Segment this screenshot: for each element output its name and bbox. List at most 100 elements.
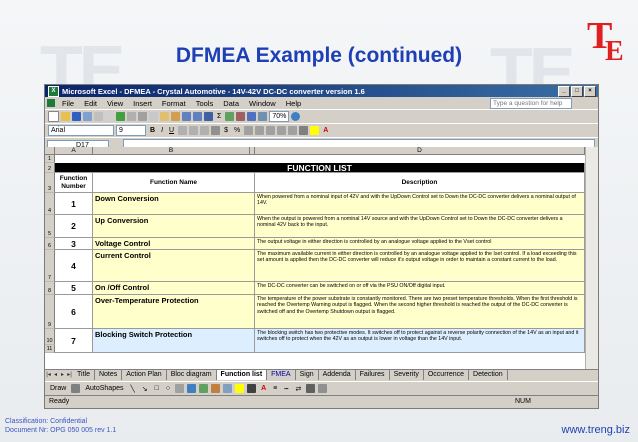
- font-color-draw-icon[interactable]: A: [259, 385, 268, 392]
- function-name-cell[interactable]: On /Off Control: [93, 282, 255, 295]
- dash-style-icon[interactable]: ┅: [282, 385, 290, 393]
- line-style-icon[interactable]: ≡: [271, 385, 279, 392]
- function-number-cell[interactable]: 1: [55, 193, 93, 215]
- line-icon[interactable]: ╲: [129, 385, 137, 393]
- function-description-cell[interactable]: The DC-DC converter can be switched on o…: [255, 282, 585, 295]
- menu-help[interactable]: Help: [281, 99, 306, 108]
- line-color-icon[interactable]: [247, 384, 257, 393]
- row-header[interactable]: 9: [45, 295, 55, 329]
- cut-icon[interactable]: [138, 112, 147, 121]
- row-header[interactable]: 2: [45, 163, 55, 173]
- row-header[interactable]: 6: [45, 238, 55, 250]
- minimize-button[interactable]: _: [558, 86, 570, 97]
- sort-desc-icon[interactable]: [236, 112, 246, 121]
- first-sheet-icon[interactable]: |◂: [45, 370, 52, 380]
- function-number-cell[interactable]: 4: [55, 250, 93, 282]
- select-all-corner[interactable]: [45, 147, 55, 155]
- open-icon[interactable]: [61, 112, 70, 121]
- font-size-select[interactable]: 9: [116, 125, 146, 136]
- rectangle-icon[interactable]: □: [153, 385, 161, 392]
- sheet-tab-sign[interactable]: Sign: [295, 370, 319, 380]
- workbook-icon[interactable]: [47, 99, 55, 107]
- sort-asc-icon[interactable]: [225, 112, 235, 121]
- function-description-cell[interactable]: The temperature of the power substrate i…: [255, 295, 585, 329]
- sheet-tab-severity[interactable]: Severity: [389, 370, 424, 380]
- print-preview-icon[interactable]: [105, 112, 114, 121]
- hyperlink-icon[interactable]: [204, 112, 213, 121]
- sheet-tab-action-plan[interactable]: Action Plan: [122, 370, 167, 380]
- menu-window[interactable]: Window: [244, 99, 281, 108]
- row-header[interactable]: 5: [45, 215, 55, 238]
- function-name-cell[interactable]: Down Conversion: [93, 193, 255, 215]
- prev-sheet-icon[interactable]: ◂: [52, 370, 59, 380]
- autosum-icon[interactable]: Σ: [215, 113, 223, 120]
- arrow-icon[interactable]: ↘: [140, 385, 150, 393]
- sheet-tab-notes[interactable]: Notes: [94, 370, 123, 380]
- wordart-icon[interactable]: [187, 384, 197, 393]
- function-number-cell[interactable]: 3: [55, 238, 93, 250]
- 3d-icon[interactable]: [318, 384, 328, 393]
- undo-icon[interactable]: [182, 112, 191, 121]
- picture-icon[interactable]: [223, 384, 233, 393]
- column-header-d[interactable]: D: [255, 147, 585, 155]
- help-question-input[interactable]: Type a question for help: [490, 98, 572, 109]
- chart-wizard-icon[interactable]: [247, 112, 257, 121]
- menu-tools[interactable]: Tools: [191, 99, 219, 108]
- copy-icon[interactable]: [149, 112, 158, 121]
- italic-icon[interactable]: I: [159, 127, 165, 134]
- row-header[interactable]: 7: [45, 250, 55, 282]
- align-left-icon[interactable]: [178, 126, 188, 135]
- menu-file[interactable]: File: [57, 99, 79, 108]
- autoshapes-menu[interactable]: AutoShapes: [83, 385, 125, 392]
- draw-menu[interactable]: Draw: [48, 385, 68, 392]
- menu-insert[interactable]: Insert: [128, 99, 157, 108]
- new-icon[interactable]: [48, 111, 59, 122]
- close-button[interactable]: ×: [584, 86, 596, 97]
- function-name-cell[interactable]: Current Control: [93, 250, 255, 282]
- menu-view[interactable]: View: [102, 99, 128, 108]
- function-name-cell[interactable]: Voltage Control: [93, 238, 255, 250]
- function-description-cell[interactable]: The blocking switch has two protective m…: [255, 329, 585, 353]
- comma-style-icon[interactable]: [244, 126, 254, 135]
- font-color-icon[interactable]: A: [321, 127, 330, 134]
- menu-data[interactable]: Data: [218, 99, 244, 108]
- research-icon[interactable]: [127, 112, 136, 121]
- textbox-icon[interactable]: [175, 384, 185, 393]
- align-right-icon[interactable]: [200, 126, 210, 135]
- row-header[interactable]: 10: [45, 329, 55, 345]
- function-name-cell[interactable]: Over-Temperature Protection: [93, 295, 255, 329]
- row-header[interactable]: 4: [45, 193, 55, 215]
- increase-decimal-icon[interactable]: [255, 126, 265, 135]
- borders-icon[interactable]: [299, 126, 309, 135]
- sheet-tab-addenda[interactable]: Addenda: [318, 370, 356, 380]
- menu-format[interactable]: Format: [157, 99, 191, 108]
- function-name-cell[interactable]: Up Conversion: [93, 215, 255, 238]
- sheet-tab-detection[interactable]: Detection: [469, 370, 508, 380]
- function-number-cell[interactable]: 7: [55, 329, 93, 353]
- last-sheet-icon[interactable]: ▸|: [66, 370, 73, 380]
- font-name-select[interactable]: Arial: [48, 125, 114, 136]
- arrow-style-icon[interactable]: ⇄: [293, 385, 303, 393]
- print-icon[interactable]: [94, 112, 103, 121]
- decrease-decimal-icon[interactable]: [266, 126, 276, 135]
- row-header[interactable]: 11: [45, 345, 55, 353]
- sheet-tab-bloc-diagram[interactable]: Bloc diagram: [166, 370, 217, 380]
- permission-icon[interactable]: [83, 112, 92, 121]
- sheet-tab-failures[interactable]: Failures: [355, 370, 390, 380]
- fill-color-icon[interactable]: [310, 126, 320, 135]
- oval-icon[interactable]: ○: [164, 385, 172, 392]
- sheet-tab-occurrence[interactable]: Occurrence: [423, 370, 470, 380]
- align-center-icon[interactable]: [189, 126, 199, 135]
- function-description-cell[interactable]: The maximum available current in either …: [255, 250, 585, 282]
- row-header[interactable]: 1: [45, 155, 55, 163]
- percent-icon[interactable]: %: [232, 127, 242, 134]
- diagram-icon[interactable]: [199, 384, 209, 393]
- sheet-tab-title[interactable]: Title: [73, 370, 95, 380]
- function-number-cell[interactable]: 2: [55, 215, 93, 238]
- select-objects-icon[interactable]: [71, 384, 81, 393]
- currency-icon[interactable]: $: [222, 127, 230, 134]
- fill-color-draw-icon[interactable]: [235, 384, 245, 393]
- menu-edit[interactable]: Edit: [79, 99, 102, 108]
- merge-center-icon[interactable]: [211, 126, 221, 135]
- row-header[interactable]: 8: [45, 282, 55, 295]
